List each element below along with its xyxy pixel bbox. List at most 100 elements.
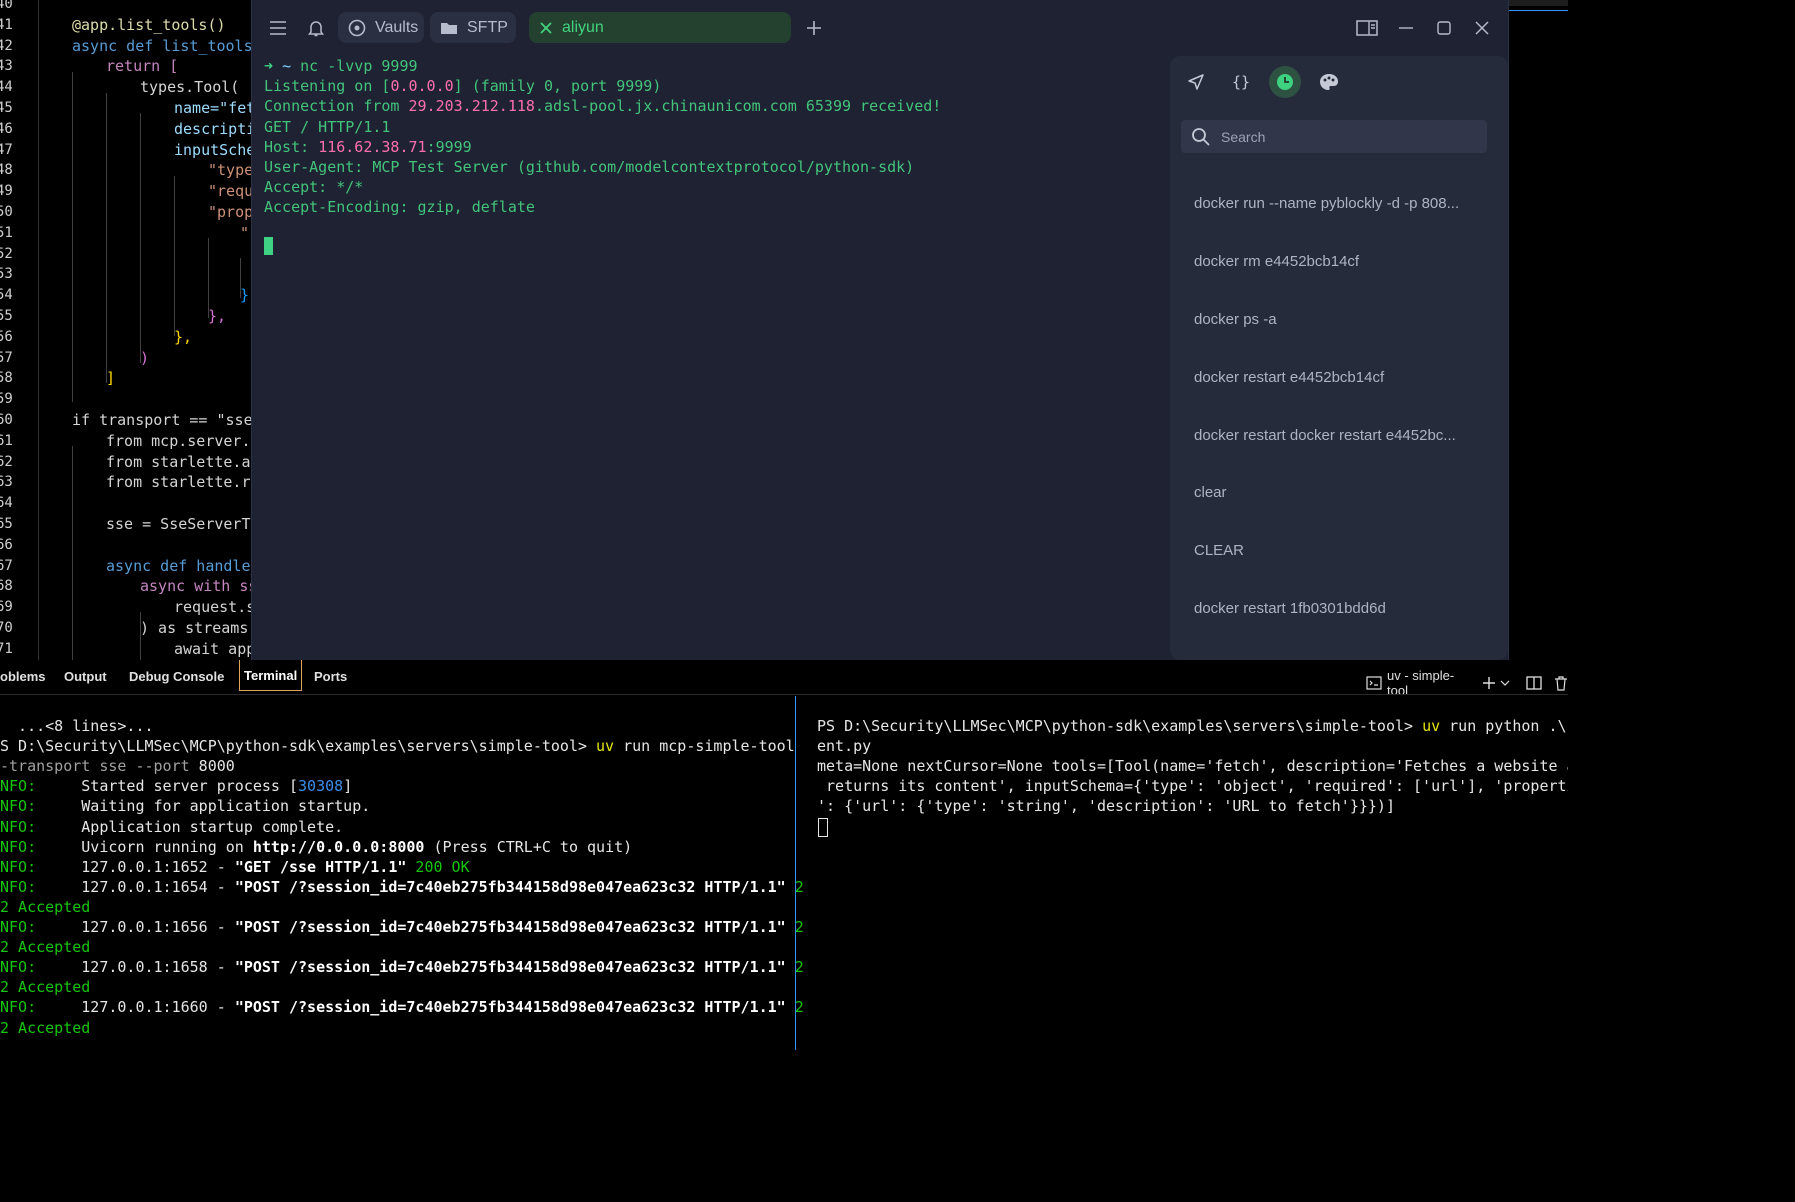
terminal-line: ': {'url': {'type': 'string', 'descripti… bbox=[817, 797, 1395, 816]
text: Started server process [ bbox=[36, 777, 299, 796]
text: 127.0.0.1:1656 - bbox=[36, 918, 235, 937]
log-level: NFO: bbox=[0, 777, 37, 796]
history-item[interactable]: docker restart 1fb0301bdd6d bbox=[1194, 600, 1494, 624]
code-text: return [ bbox=[106, 57, 179, 76]
history-item[interactable]: CLEAR bbox=[1194, 542, 1494, 566]
line-number: 71 bbox=[0, 640, 13, 657]
text: 127.0.0.1:1660 - bbox=[36, 998, 235, 1017]
status: 2 bbox=[785, 918, 804, 937]
text: S D:\Security\LLMSec\MCP\python-sdk\exam… bbox=[0, 737, 597, 756]
command: uv bbox=[596, 737, 615, 756]
menu-icon[interactable] bbox=[266, 13, 290, 43]
code-text: }, bbox=[208, 307, 227, 325]
line-number: 62 bbox=[0, 453, 13, 470]
snippet-send-icon[interactable] bbox=[1180, 66, 1212, 98]
split-terminal-icon[interactable] bbox=[1526, 676, 1542, 690]
line-number: 43 bbox=[0, 58, 13, 75]
terminal-pane-left[interactable]: ...<8 lines>... S D:\Security\LLMSec\MCP\… bbox=[0, 696, 804, 1038]
terminal-line: Accept-Encoding: gzip, deflate bbox=[264, 198, 535, 217]
code-text: from starlette.ro bbox=[106, 473, 260, 492]
history-item[interactable]: clear bbox=[1194, 484, 1494, 508]
new-tab-plus-icon[interactable] bbox=[802, 13, 826, 43]
text: Host: bbox=[264, 137, 319, 156]
toggle-sidebar-icon[interactable] bbox=[1354, 13, 1380, 43]
ssh-terminal-output[interactable]: ➜ ~ nc -lvvp 9999 Listening on [0.0.0.0]… bbox=[264, 56, 1164, 656]
line-number: 61 bbox=[0, 432, 13, 449]
bell-icon[interactable] bbox=[304, 13, 328, 43]
text: run python .\cli bbox=[1449, 717, 1568, 736]
search-box[interactable] bbox=[1181, 120, 1487, 153]
code-text: name="fet bbox=[174, 99, 256, 117]
line-number: 60 bbox=[0, 412, 13, 428]
code-text: from mcp.server.s bbox=[106, 431, 260, 450]
trash-icon[interactable] bbox=[1554, 675, 1568, 691]
status: 2 bbox=[785, 877, 804, 896]
tab-label: aliyun bbox=[562, 18, 604, 36]
line-number: 53 bbox=[0, 266, 13, 283]
search-input[interactable] bbox=[1219, 127, 1473, 146]
tab-problems[interactable]: oblems bbox=[0, 660, 46, 692]
terminal-split-divider[interactable] bbox=[795, 696, 796, 1050]
tab-label: SFTP bbox=[467, 18, 508, 36]
tab-debug-console[interactable]: Debug Console bbox=[129, 660, 224, 692]
history-clock-icon[interactable] bbox=[1269, 66, 1301, 98]
chevron-down-icon[interactable] bbox=[1500, 680, 1510, 686]
status: 2 bbox=[785, 998, 804, 1017]
indent-guide bbox=[72, 72, 73, 402]
folder-icon bbox=[440, 21, 458, 35]
history-item[interactable]: docker ps -a bbox=[1194, 311, 1494, 335]
history-item[interactable]: docker restart e4452bcb14cf bbox=[1194, 369, 1494, 393]
line-number: 48 bbox=[0, 162, 13, 179]
line-number: 51 bbox=[0, 224, 13, 241]
server-url[interactable]: http://0.0.0.0:8000 bbox=[253, 838, 425, 856]
request: "POST /?session_id=7c40eb275fb344158d98e… bbox=[234, 877, 786, 896]
new-terminal-plus-icon[interactable] bbox=[1482, 676, 1496, 690]
log-level: NFO: bbox=[0, 837, 37, 856]
tab-ports[interactable]: Ports bbox=[314, 660, 347, 692]
terminal-cursor bbox=[818, 817, 828, 837]
code-text: await app bbox=[174, 639, 256, 658]
code-text: types.Tool( bbox=[140, 78, 240, 97]
tab-aliyun[interactable]: aliyun bbox=[529, 12, 791, 43]
code-text: ) bbox=[140, 348, 150, 367]
editor-tab-strip bbox=[1508, 0, 1568, 6]
status: 200 OK bbox=[406, 857, 470, 876]
vault-icon bbox=[348, 19, 366, 37]
text: 127.0.0.1:1654 - bbox=[36, 877, 235, 896]
history-item[interactable]: docker restart docker restart e4452bc... bbox=[1194, 427, 1494, 451]
line-number: 59 bbox=[0, 391, 13, 408]
line-number: 58 bbox=[0, 370, 13, 387]
maximize-icon[interactable] bbox=[1432, 13, 1456, 43]
tab-sftp[interactable]: SFTP bbox=[430, 12, 516, 43]
indent-guide bbox=[140, 113, 141, 363]
indent-guide bbox=[174, 176, 175, 336]
terminal-line: PS D:\Security\LLMSec\MCP\python-sdk\exa… bbox=[817, 716, 1568, 736]
ip-address: 29.203.212.118 bbox=[408, 97, 535, 116]
tab-terminal[interactable]: Terminal bbox=[239, 660, 303, 691]
terminal-line: 2 Accepted bbox=[0, 938, 91, 957]
ip-address: 0.0.0.0 bbox=[390, 77, 454, 96]
minimize-icon[interactable] bbox=[1394, 13, 1418, 43]
text: ] bbox=[343, 777, 353, 796]
line-number: 67 bbox=[0, 557, 13, 574]
terminal-line: S D:\Security\LLMSec\MCP\python-sdk\exam… bbox=[0, 736, 795, 756]
code-text: "requ bbox=[208, 182, 254, 201]
tab-output[interactable]: Output bbox=[64, 660, 107, 692]
line-number: 49 bbox=[0, 183, 13, 200]
text: ] (family 0, port 9999) bbox=[453, 77, 662, 96]
palette-icon[interactable] bbox=[1313, 66, 1345, 98]
text: run mcp-simple-tool bbox=[614, 737, 795, 756]
history-item[interactable]: docker rm e4452bcb14cf bbox=[1194, 253, 1494, 277]
terminal-pane-right[interactable]: PS D:\Security\LLMSec\MCP\python-sdk\exa… bbox=[817, 696, 1568, 837]
terminal-line: 2 Accepted bbox=[0, 978, 91, 997]
close-window-icon[interactable] bbox=[1470, 13, 1494, 43]
line-number: 68 bbox=[0, 578, 13, 595]
text: Waiting for application startup. bbox=[36, 797, 371, 816]
braces-icon[interactable]: {} bbox=[1225, 66, 1257, 98]
history-item[interactable]: docker run --name pyblockly -d -p 808... bbox=[1194, 195, 1494, 219]
code-text: sse = SseServerTra bbox=[106, 515, 269, 533]
tab-vaults[interactable]: Vaults bbox=[338, 12, 424, 43]
log-level: NFO: bbox=[0, 958, 37, 977]
terminal-line: 2 Accepted bbox=[0, 897, 91, 916]
close-icon[interactable] bbox=[539, 21, 553, 35]
